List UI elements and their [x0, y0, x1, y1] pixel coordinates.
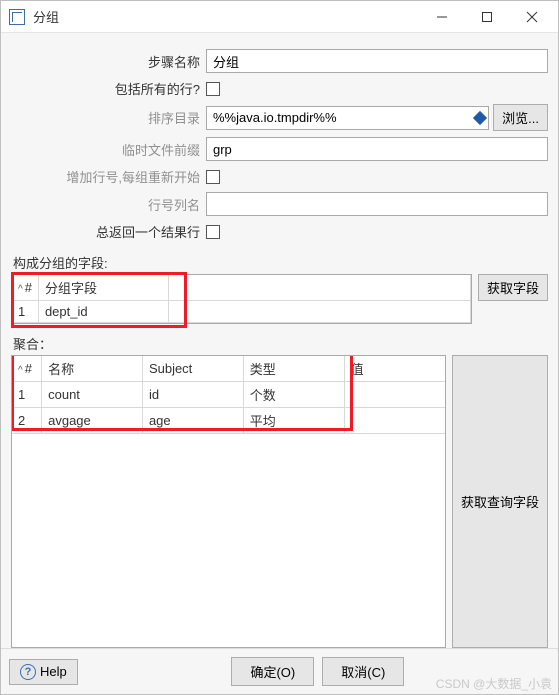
aggregate-label: 聚合：: [13, 334, 548, 353]
help-icon: ?: [20, 664, 36, 680]
help-button[interactable]: ? Help: [9, 659, 78, 685]
form-area: 步骤名称 包括所有的行? 排序目录 浏览... 临: [11, 49, 548, 247]
app-icon: [9, 9, 25, 25]
table-row[interactable]: 1 count id 个数: [12, 382, 445, 408]
aggregate-table[interactable]: # 名称 Subject 类型 值 1 count id 个数: [11, 355, 446, 648]
sort-dir-label: 排序目录: [11, 108, 206, 127]
group-col-num[interactable]: #: [12, 275, 38, 301]
cancel-button[interactable]: 取消(C): [322, 657, 404, 686]
agg-col-type[interactable]: 类型: [243, 356, 344, 382]
table-row[interactable]: 1 dept_id: [12, 301, 470, 323]
agg-col-num[interactable]: #: [12, 356, 42, 382]
include-all-checkbox[interactable]: [206, 82, 220, 96]
add-rownum-label: 增加行号,每组重新开始: [11, 167, 206, 186]
window-controls: [419, 2, 554, 32]
step-name-input[interactable]: [206, 49, 548, 73]
add-rownum-checkbox[interactable]: [206, 170, 220, 184]
agg-col-name[interactable]: 名称: [42, 356, 143, 382]
group-col-blank: [168, 275, 470, 301]
close-button[interactable]: [509, 2, 554, 32]
minimize-button[interactable]: [419, 2, 464, 32]
always-one-row-label: 总返回一个结果行: [11, 222, 206, 241]
get-query-fields-button[interactable]: 获取查询字段: [452, 355, 548, 648]
include-all-label: 包括所有的行?: [11, 79, 206, 98]
group-fields-label: 构成分组的字段:: [13, 253, 548, 272]
rownum-col-label: 行号列名: [11, 195, 206, 214]
agg-col-subject[interactable]: Subject: [142, 356, 243, 382]
sort-dir-input[interactable]: [206, 106, 489, 130]
tmp-prefix-label: 临时文件前缀: [11, 140, 206, 159]
always-one-row-checkbox[interactable]: [206, 225, 220, 239]
dialog-content: 步骤名称 包括所有的行? 排序目录 浏览... 临: [1, 33, 558, 648]
get-fields-button[interactable]: 获取字段: [478, 274, 548, 301]
table-row[interactable]: 2 avgage age 平均: [12, 408, 445, 434]
step-name-label: 步骤名称: [11, 52, 206, 71]
browse-button[interactable]: 浏览...: [493, 104, 548, 131]
maximize-button[interactable]: [464, 2, 509, 32]
agg-col-value[interactable]: 值: [344, 356, 445, 382]
rownum-col-input[interactable]: [206, 192, 548, 216]
help-label: Help: [40, 664, 67, 679]
group-col-field[interactable]: 分组字段: [38, 275, 168, 301]
button-bar: ? Help 确定(O) 取消(C): [1, 648, 558, 694]
ok-button[interactable]: 确定(O): [231, 657, 314, 686]
title-bar: 分组: [1, 1, 558, 33]
tmp-prefix-input[interactable]: [206, 137, 548, 161]
window-title: 分组: [33, 7, 419, 26]
dialog-window: 分组 步骤名称 包括所有的行?: [0, 0, 559, 695]
group-fields-table[interactable]: # 分组字段 1 dept_id: [11, 274, 472, 324]
